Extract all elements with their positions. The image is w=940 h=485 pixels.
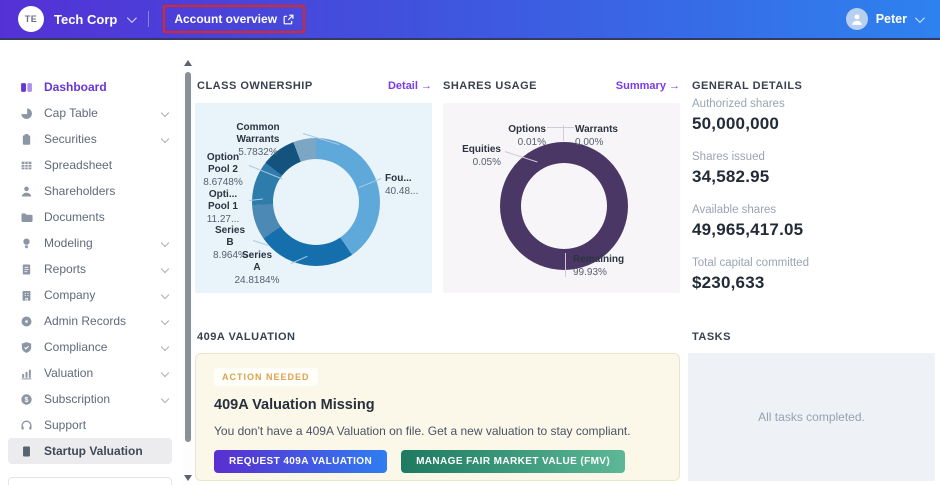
chevron-down-icon[interactable] (160, 290, 170, 300)
app-window: TE Tech Corp Account overview Peter Dash… (0, 0, 940, 485)
account-overview-link[interactable]: Account overview (174, 12, 277, 26)
pie-chart-icon (20, 107, 33, 120)
sidebar-item-shareholders[interactable]: Shareholders (0, 178, 180, 204)
tasks-panel: All tasks completed. (688, 353, 935, 481)
valuation-409a-header: 409A VALUATION (197, 331, 432, 343)
valuation-409a-card: ACTION NEEDED 409A Valuation Missing You… (195, 353, 680, 481)
external-link-icon (283, 14, 294, 25)
chevron-down-icon[interactable] (160, 342, 170, 352)
sidebar-item-dashboard[interactable]: Dashboard (0, 74, 180, 100)
donut-label-option-pool-1: Opti... Pool 1 11.27... (206, 189, 240, 225)
section-title: CLASS OWNERSHIP (197, 80, 313, 92)
donut-label-warrants: Warrants 0.00% (575, 124, 618, 148)
dollar-circle-icon: $ (20, 393, 33, 406)
chevron-down-icon[interactable] (914, 12, 925, 23)
section-title: SHARES USAGE (443, 80, 538, 92)
sidebar-item-company[interactable]: Company (0, 282, 180, 308)
stat-total-capital-committed: Total capital committed $230,633 (692, 257, 809, 292)
stat-available-shares: Available shares 49,965,417.05 (692, 204, 804, 239)
scroll-up-arrow[interactable] (184, 60, 192, 66)
section-title: TASKS (692, 331, 731, 343)
bar-chart-icon (20, 367, 33, 380)
sidebar-item-partial (8, 477, 172, 485)
stat-authorized-shares: Authorized shares 50,000,000 (692, 98, 785, 133)
svg-text:$: $ (25, 396, 29, 403)
detail-link[interactable]: Detail → (388, 80, 432, 92)
annotation-red-box[interactable]: Account overview (163, 5, 306, 33)
donut-label-option-pool-2: Option Pool 2 8.6748% (203, 152, 243, 188)
disc-icon (20, 315, 33, 328)
lightbulb-icon (20, 237, 33, 250)
sidebar-item-startup-valuation[interactable]: Startup Valuation (8, 438, 172, 464)
person-icon (20, 185, 33, 198)
scroll-down-arrow[interactable] (184, 475, 192, 481)
dashboard-icon (20, 81, 33, 94)
user-name[interactable]: Peter (876, 12, 907, 26)
donut-label-founders: Fou... 40.48... (385, 173, 419, 197)
sidebar-item-spreadsheet[interactable]: Spreadsheet (0, 152, 180, 178)
sidebar-item-compliance[interactable]: Compliance (0, 334, 180, 360)
vertical-scrollbar (183, 58, 193, 485)
card-heading: 409A Valuation Missing (214, 397, 375, 413)
donut-label-remaining: Remaining 99.93% (573, 254, 625, 278)
sidebar-item-modeling[interactable]: Modeling (0, 230, 180, 256)
sidebar-item-documents[interactable]: Documents (0, 204, 180, 230)
divider (148, 11, 150, 27)
sidebar-item-reports[interactable]: Reports (0, 256, 180, 282)
document-icon (20, 445, 33, 458)
shares-usage-donut (500, 142, 628, 270)
topbar: TE Tech Corp Account overview Peter (0, 0, 940, 40)
card-body-text: You don't have a 409A Valuation on file.… (214, 424, 631, 438)
chevron-down-icon[interactable] (160, 108, 170, 118)
report-icon (20, 263, 33, 276)
class-ownership-header: CLASS OWNERSHIP Detail → (197, 80, 432, 92)
sidebar-item-subscription[interactable]: $ Subscription (0, 386, 180, 412)
donut-label-series-a: Series A 24.8184% (234, 250, 280, 286)
chevron-down-icon[interactable] (160, 394, 170, 404)
headset-icon (20, 419, 33, 432)
org-avatar: TE (18, 6, 44, 32)
arrow-right-icon: → (669, 80, 680, 92)
sidebar-item-cap-table[interactable]: Cap Table (0, 100, 180, 126)
sidebar-item-admin-records[interactable]: Admin Records (0, 308, 180, 334)
class-ownership-chart-panel: Common Warrants 5.7832% Option Pool 2 8.… (195, 103, 432, 293)
shield-check-icon (20, 341, 33, 354)
donut-label-equities: Equities 0.05% (462, 144, 501, 168)
sidebar-item-valuation[interactable]: Valuation (0, 360, 180, 386)
org-name[interactable]: Tech Corp (54, 12, 117, 27)
chevron-down-icon[interactable] (127, 12, 138, 23)
section-title: GENERAL DETAILS (692, 80, 803, 92)
manage-fmv-button[interactable]: MANAGE FAIR MARKET VALUE (FMV) (401, 450, 626, 473)
scrollbar-thumb[interactable] (185, 72, 191, 442)
shares-usage-header: SHARES USAGE Summary → (443, 80, 680, 92)
summary-link[interactable]: Summary → (616, 80, 680, 92)
general-details-header: GENERAL DETAILS (692, 80, 935, 92)
request-409a-valuation-button[interactable]: REQUEST 409A VALUATION (214, 450, 388, 473)
grid-icon (20, 159, 33, 172)
sidebar-item-securities[interactable]: Securities (0, 126, 180, 152)
building-icon (20, 289, 33, 302)
action-needed-badge: ACTION NEEDED (214, 368, 318, 386)
sidebar-item-support[interactable]: Support (0, 412, 180, 438)
chevron-down-icon[interactable] (160, 368, 170, 378)
shares-usage-chart-panel: Options 0.01% Warrants 0.00% Equities 0.… (443, 103, 680, 293)
clipboard-icon (20, 133, 33, 146)
tasks-empty-message: All tasks completed. (758, 410, 865, 424)
sidebar: Dashboard Cap Table Securities Spreadshe… (0, 40, 180, 485)
user-avatar[interactable] (845, 8, 868, 30)
chevron-down-icon[interactable] (160, 134, 170, 144)
stat-shares-issued: Shares issued 34,582.95 (692, 151, 770, 186)
tasks-header: TASKS (692, 331, 935, 343)
folder-icon (20, 211, 33, 224)
chevron-down-icon[interactable] (160, 316, 170, 326)
arrow-right-icon: → (421, 80, 432, 92)
chevron-down-icon[interactable] (160, 264, 170, 274)
general-details-panel: Authorized shares 50,000,000 Shares issu… (692, 98, 935, 310)
section-title: 409A VALUATION (197, 331, 296, 343)
chevron-down-icon[interactable] (160, 238, 170, 248)
